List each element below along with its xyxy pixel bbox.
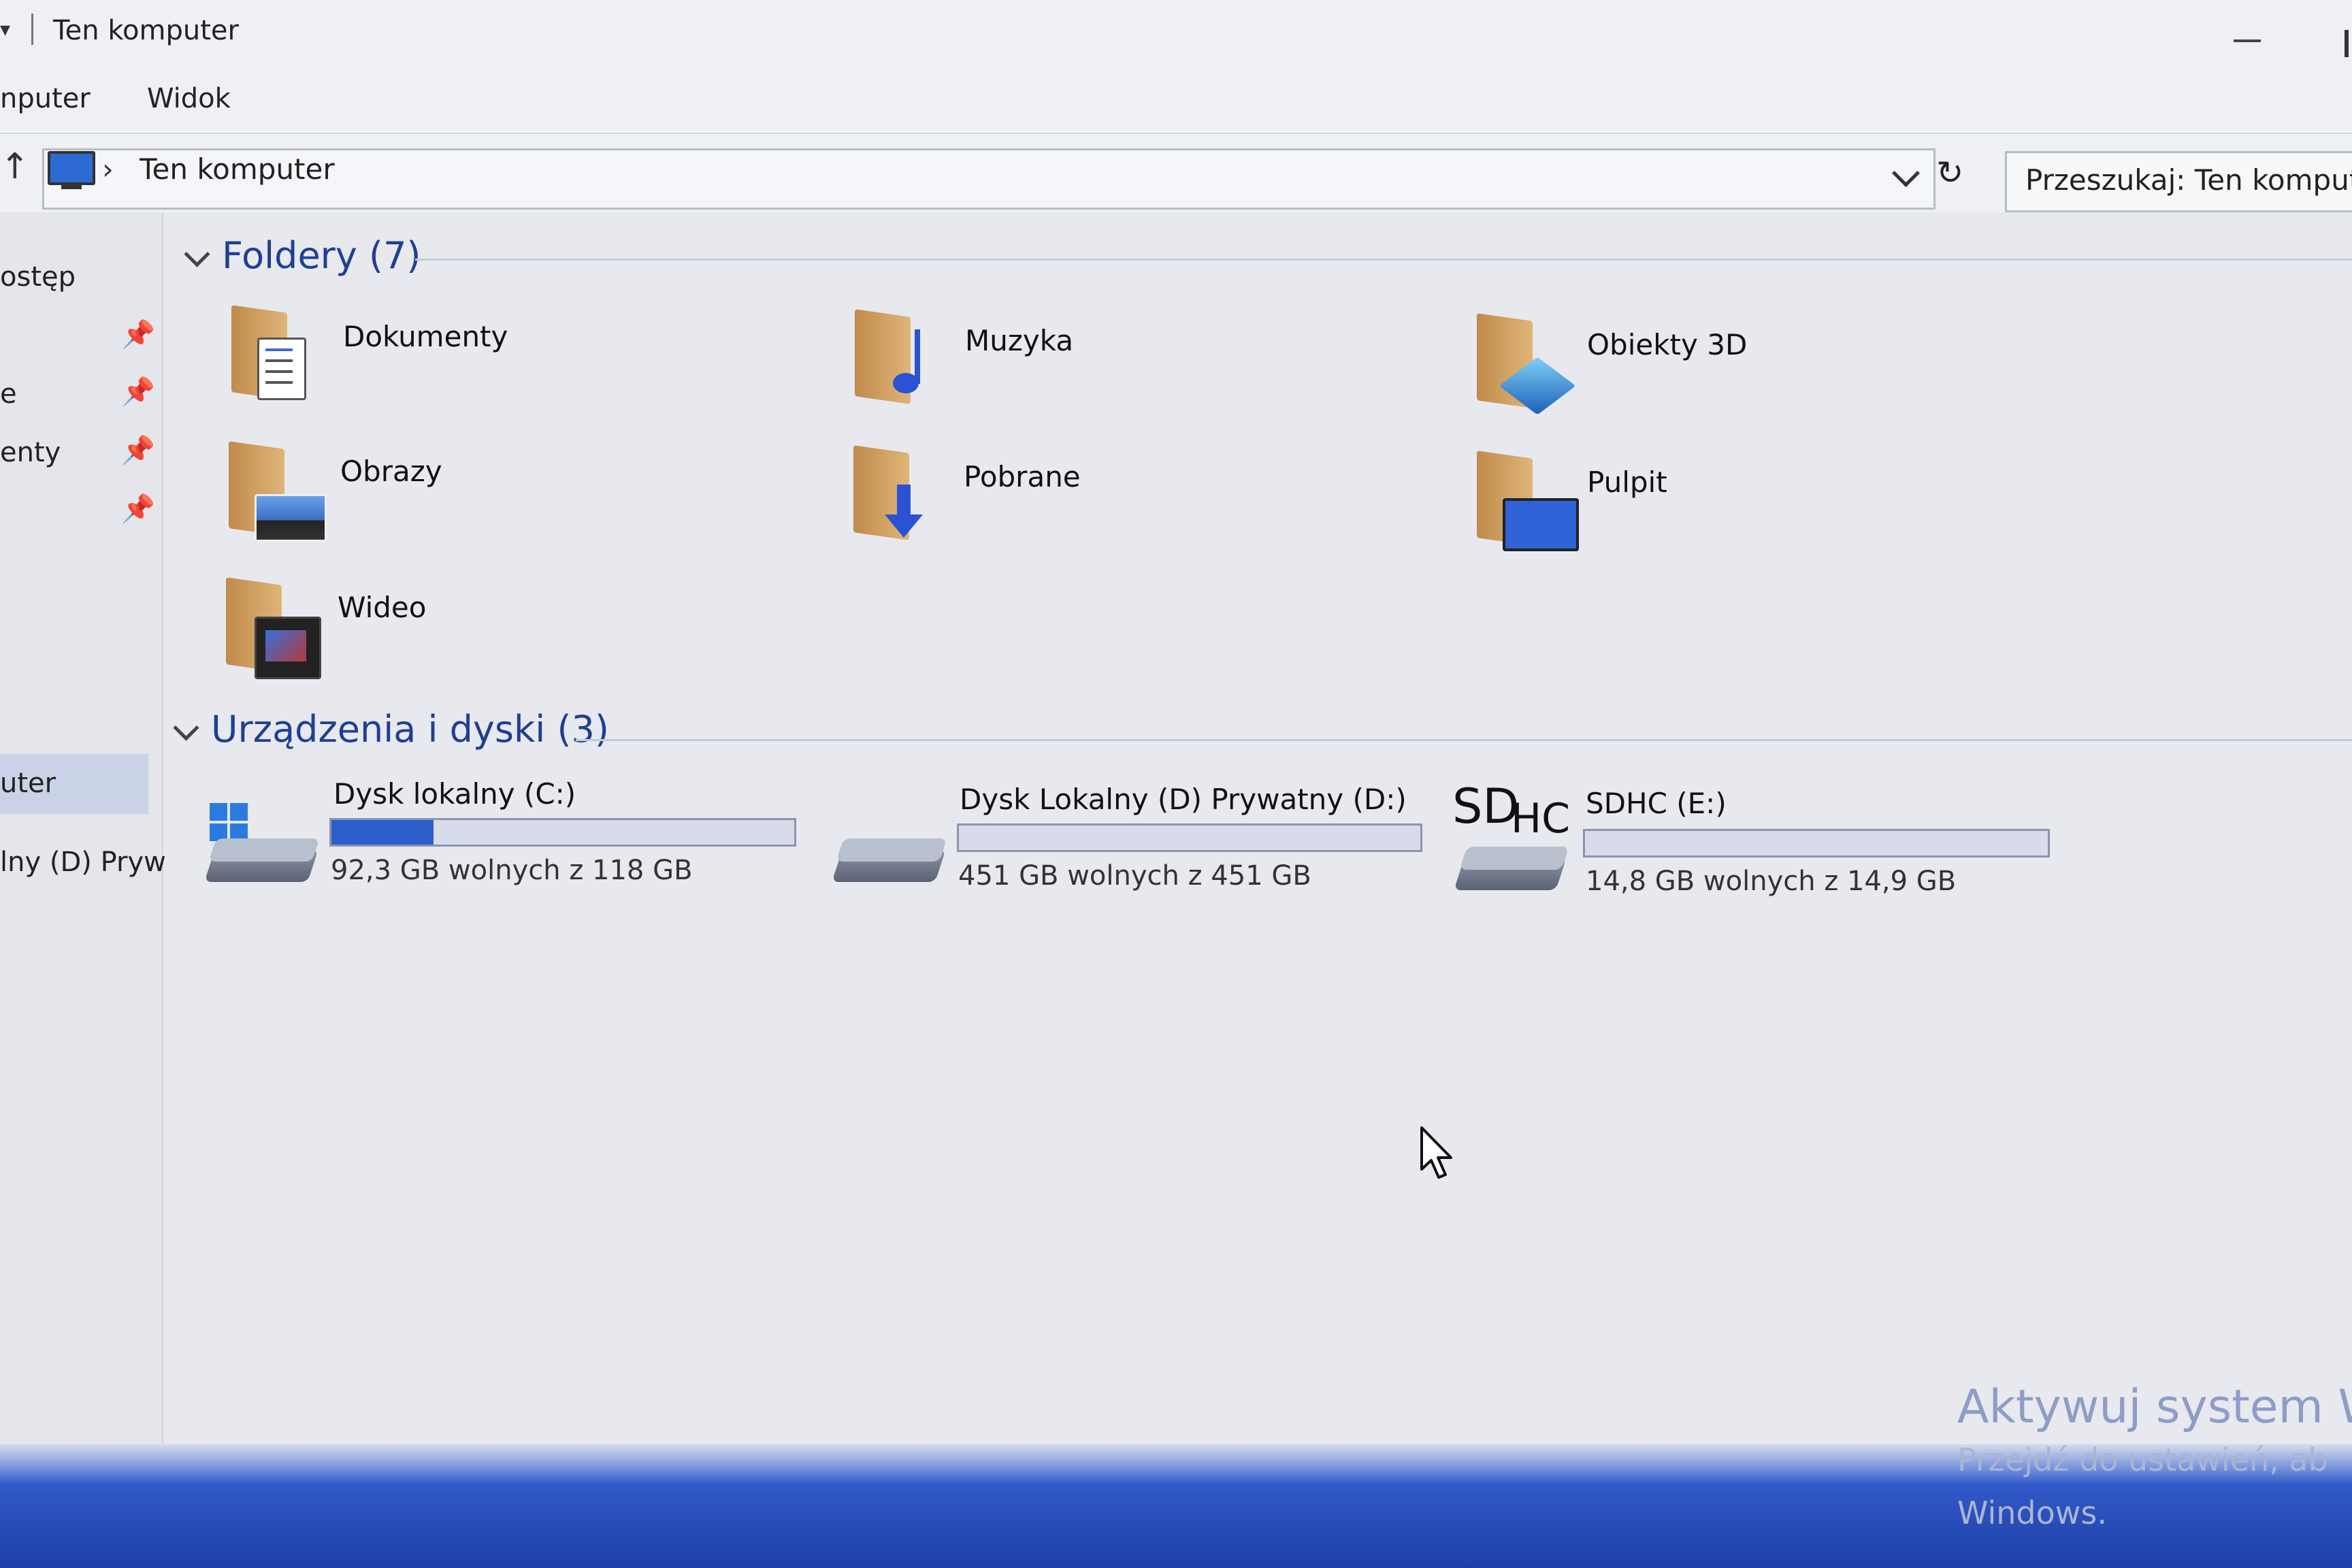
folders-group-header[interactable]: Foldery (7) <box>222 234 421 277</box>
pin-icon[interactable]: 📌 <box>121 376 155 408</box>
tab-view[interactable]: Widok <box>147 83 231 114</box>
nav-item-quick-access[interactable]: ostęp <box>0 261 76 293</box>
folder-label-downloads: Pobrane <box>964 460 1081 493</box>
folder-pictures[interactable] <box>227 441 329 544</box>
activation-watermark-title: Aktywuj system W <box>1957 1380 2352 1434</box>
folder-label-videos: Wideo <box>338 591 427 624</box>
drive-c-usage-fill <box>331 820 434 845</box>
drive-e[interactable]: SD HC <box>1450 776 1579 905</box>
drive-e-free-space: 14,8 GB wolnych z 14,9 GB <box>1586 866 1957 897</box>
nav-item-pinned-2[interactable]: enty <box>0 437 61 468</box>
folder-videos[interactable] <box>225 577 327 681</box>
folder-documents[interactable] <box>230 305 325 408</box>
pin-icon[interactable]: 📌 <box>121 434 155 466</box>
refresh-icon[interactable]: ↻ <box>1936 154 1963 192</box>
activation-watermark-line3: Windows. <box>1957 1494 2107 1531</box>
picture-landscape-icon <box>255 494 327 542</box>
drive-e-usage-bar <box>1583 829 2050 858</box>
folders-collapse-chevron-icon[interactable] <box>184 241 210 267</box>
folder-label-pictures: Obrazy <box>340 455 442 488</box>
drive-d[interactable] <box>832 823 947 898</box>
this-pc-icon <box>48 151 95 185</box>
folder-3d-objects[interactable] <box>1475 313 1576 423</box>
folder-downloads[interactable] <box>852 445 954 549</box>
devices-collapse-chevron-icon[interactable] <box>173 715 199 741</box>
title-separator <box>31 14 33 45</box>
drive-c-free-space: 92,3 GB wolnych z 118 GB <box>331 855 693 886</box>
drive-label-c: Dysk lokalny (C:) <box>333 777 576 811</box>
activation-watermark-line2: Przejdź do ustawień, ab <box>1957 1441 2328 1478</box>
folder-label-3d-objects: Obiekty 3D <box>1587 328 1748 361</box>
sdhc-label-sd: SD <box>1452 779 1520 834</box>
ribbon-bar <box>0 71 2352 134</box>
folder-music[interactable] <box>853 309 949 412</box>
folder-label-documents: Dokumenty <box>343 320 508 353</box>
drive-d-free-space: 451 GB wolnych z 451 GB <box>958 860 1311 892</box>
search-placeholder: Przeszukaj: Ten komputer <box>2025 163 2352 197</box>
devices-group-divider <box>576 739 2352 741</box>
breadcrumb-this-pc[interactable]: Ten komputer <box>140 152 335 186</box>
nav-item-drive-d[interactable]: lny (D) Pryw <box>0 847 166 878</box>
drive-label-e: SDHC (E:) <box>1586 787 1727 820</box>
sdhc-label-hc: HC <box>1511 795 1571 843</box>
window-title: Ten komputer <box>53 15 239 46</box>
quick-access-dropdown-icon[interactable]: ▾ <box>0 18 10 42</box>
pin-icon[interactable]: 📌 <box>121 493 155 525</box>
folder-label-desktop: Pulpit <box>1587 466 1667 499</box>
up-arrow-icon[interactable]: ↑ <box>0 146 30 187</box>
folder-desktop[interactable] <box>1475 451 1579 554</box>
windows-logo-icon <box>210 803 249 843</box>
title-bar <box>0 0 2352 71</box>
tab-computer[interactable]: nputer <box>0 83 91 114</box>
nav-item-pinned-1[interactable]: e <box>0 378 17 410</box>
minimize-button[interactable] <box>2234 39 2261 42</box>
maximize-button[interactable] <box>2345 30 2349 57</box>
download-arrow-icon <box>897 485 911 519</box>
document-page-icon <box>257 338 306 400</box>
mouse-cursor-icon <box>1420 1126 1452 1179</box>
drive-d-usage-bar <box>957 823 1422 852</box>
drive-c[interactable] <box>204 803 320 892</box>
breadcrumb-chevron-icon[interactable]: › <box>102 152 114 186</box>
devices-group-header[interactable]: Urządzenia i dyski (3) <box>211 708 609 751</box>
folders-group-divider <box>415 259 2352 261</box>
drive-label-d: Dysk Lokalny (D) Prywatny (D:) <box>960 783 1407 816</box>
folder-label-music: Muzyka <box>965 324 1074 357</box>
drive-c-usage-bar <box>329 818 796 847</box>
nav-item-this-pc[interactable]: uter <box>0 768 56 799</box>
desktop-screen-icon <box>1503 498 1579 551</box>
pin-icon[interactable]: 📌 <box>121 318 155 350</box>
this-pc-icon-stand <box>61 184 82 189</box>
